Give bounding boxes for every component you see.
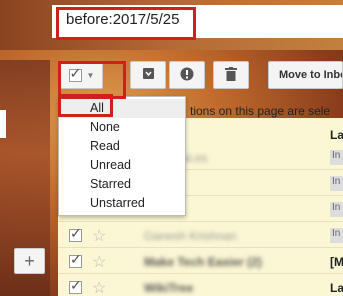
add-button[interactable]: + bbox=[14, 248, 45, 274]
row-sender: WikiTree bbox=[144, 281, 194, 295]
star-icon[interactable]: ☆ bbox=[92, 226, 106, 246]
select-menu-item-starred[interactable]: Starred bbox=[59, 175, 185, 194]
row-label-tag: In bbox=[330, 202, 343, 217]
row-sender: Ganesh Krishnan bbox=[144, 229, 237, 243]
report-spam-icon bbox=[180, 67, 194, 84]
report-spam-button[interactable] bbox=[169, 61, 205, 89]
row-checkbox[interactable]: ✓ bbox=[69, 278, 82, 294]
mail-row[interactable]: ✓ ☆ Ganesh Krishnan In bbox=[58, 224, 343, 248]
select-menu-item-read[interactable]: Read bbox=[59, 137, 185, 156]
left-edge-panel bbox=[0, 110, 6, 138]
row-checkbox[interactable]: ✓ bbox=[69, 252, 82, 268]
row-label-tag: In bbox=[330, 176, 343, 191]
row-label-tag: In bbox=[330, 150, 343, 165]
mail-row[interactable]: ✓ ☆ Make Tech Easier (2) [M bbox=[58, 250, 343, 274]
delete-button[interactable] bbox=[213, 61, 249, 89]
row-sender: Make Tech Easier (2) bbox=[144, 255, 262, 269]
archive-button[interactable] bbox=[130, 61, 166, 89]
row-checkbox[interactable]: ✓ bbox=[69, 226, 82, 242]
mail-row[interactable]: ✓ ☆ WikiTree La bbox=[58, 276, 343, 296]
select-menu-item-none[interactable]: None bbox=[59, 118, 185, 137]
select-menu-item-unread[interactable]: Unread bbox=[59, 156, 185, 175]
move-to-inbox-button[interactable]: Move to Inbo bbox=[268, 61, 343, 89]
row-label: La bbox=[330, 281, 343, 295]
star-icon[interactable]: ☆ bbox=[92, 252, 106, 272]
trash-icon bbox=[225, 66, 237, 84]
star-icon[interactable]: ☆ bbox=[92, 278, 106, 296]
row-label-tag: In bbox=[330, 228, 343, 243]
archive-icon bbox=[142, 67, 155, 83]
mail-top-right-label: La bbox=[330, 128, 343, 142]
select-button-highlight-box bbox=[58, 61, 126, 99]
row-label: [M bbox=[330, 255, 343, 269]
search-highlight-box bbox=[56, 7, 196, 40]
selection-notice: tions on this page are sele bbox=[190, 104, 331, 118]
select-menu-item-unstarred[interactable]: Unstarred bbox=[59, 194, 185, 213]
